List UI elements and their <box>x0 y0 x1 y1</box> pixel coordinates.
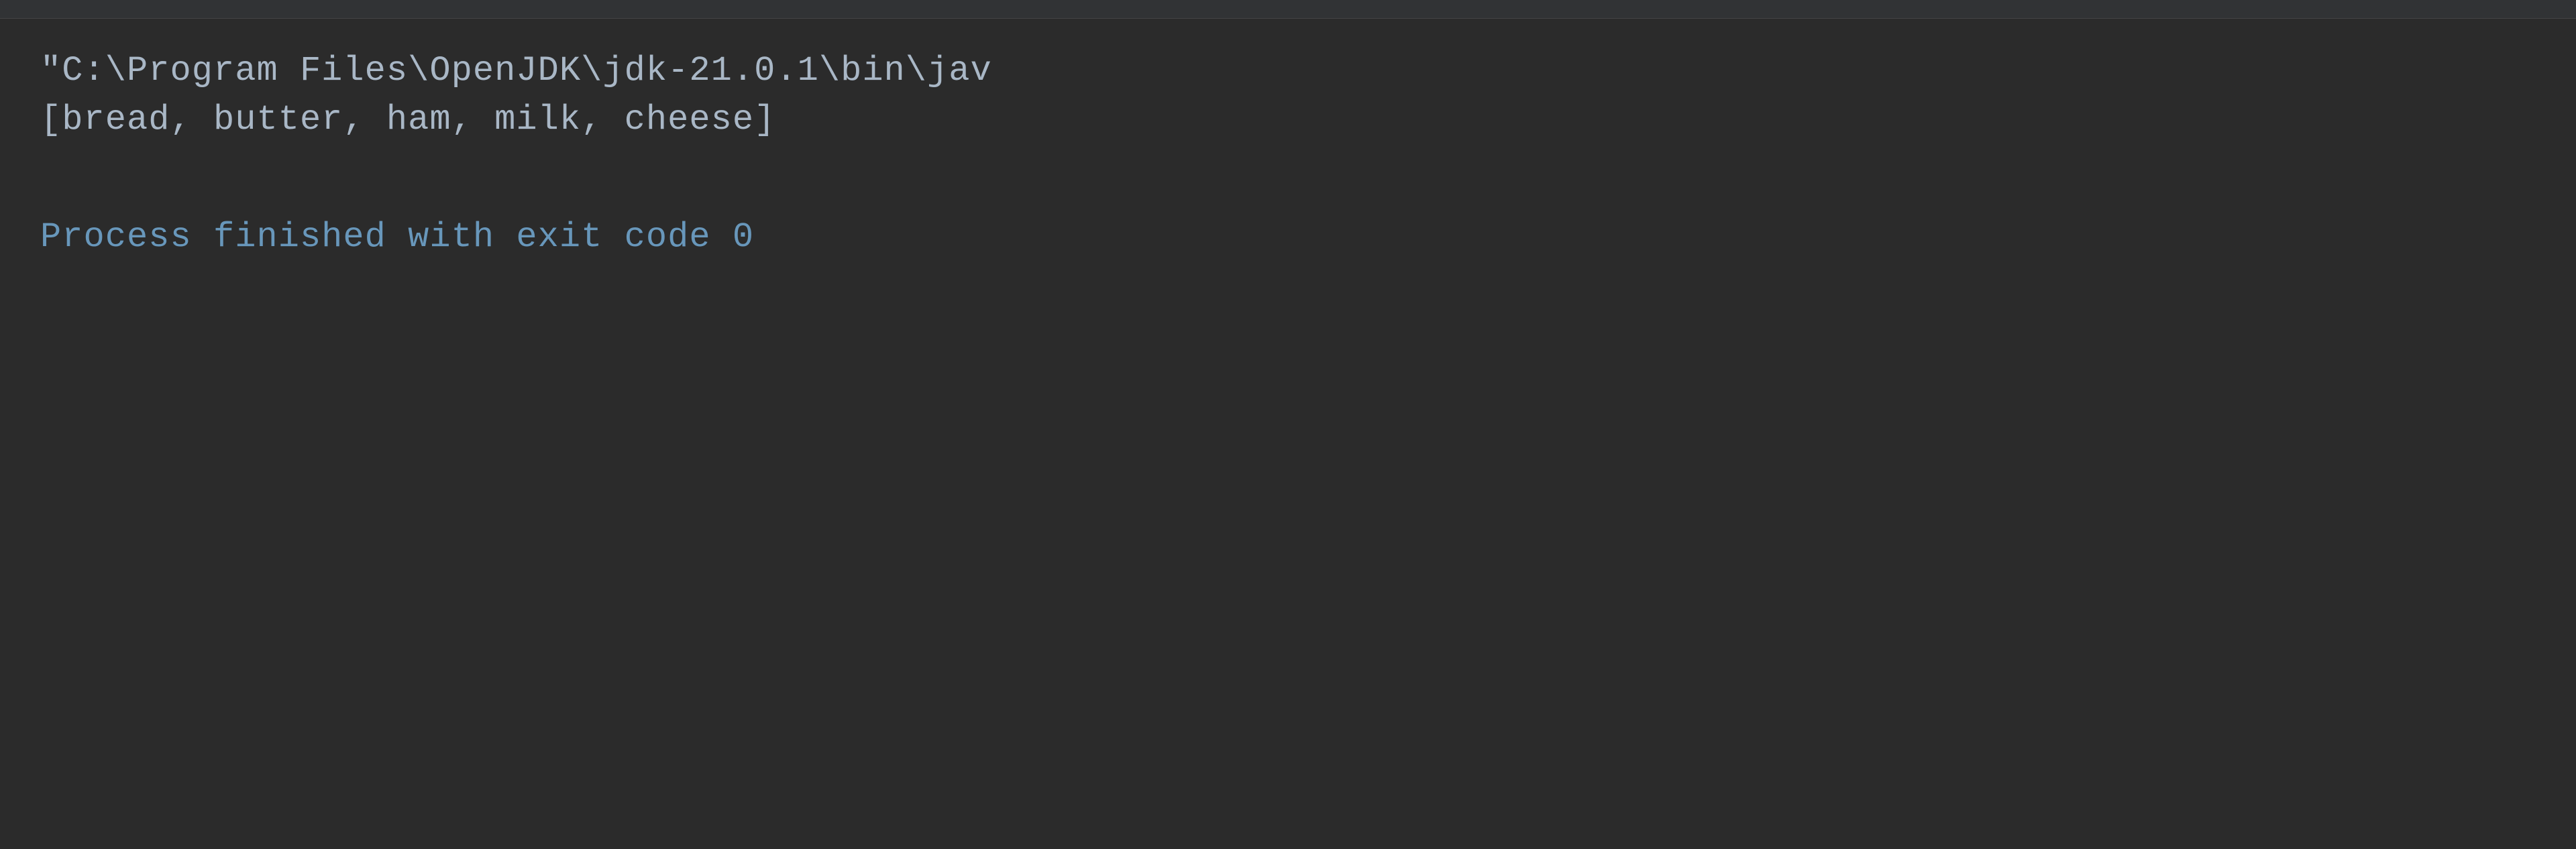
command-line: "C:\Program Files\OpenJDK\jdk-21.0.1\bin… <box>40 47 2536 96</box>
terminal-container: "C:\Program Files\OpenJDK\jdk-21.0.1\bin… <box>0 0 2576 849</box>
empty-line <box>40 145 2536 193</box>
process-finished-line: Process finished with exit code 0 <box>40 213 2536 262</box>
output-line: [bread, butter, ham, milk, cheese] <box>40 96 2536 145</box>
terminal-content: "C:\Program Files\OpenJDK\jdk-21.0.1\bin… <box>40 47 2536 262</box>
top-bar <box>0 0 2576 19</box>
